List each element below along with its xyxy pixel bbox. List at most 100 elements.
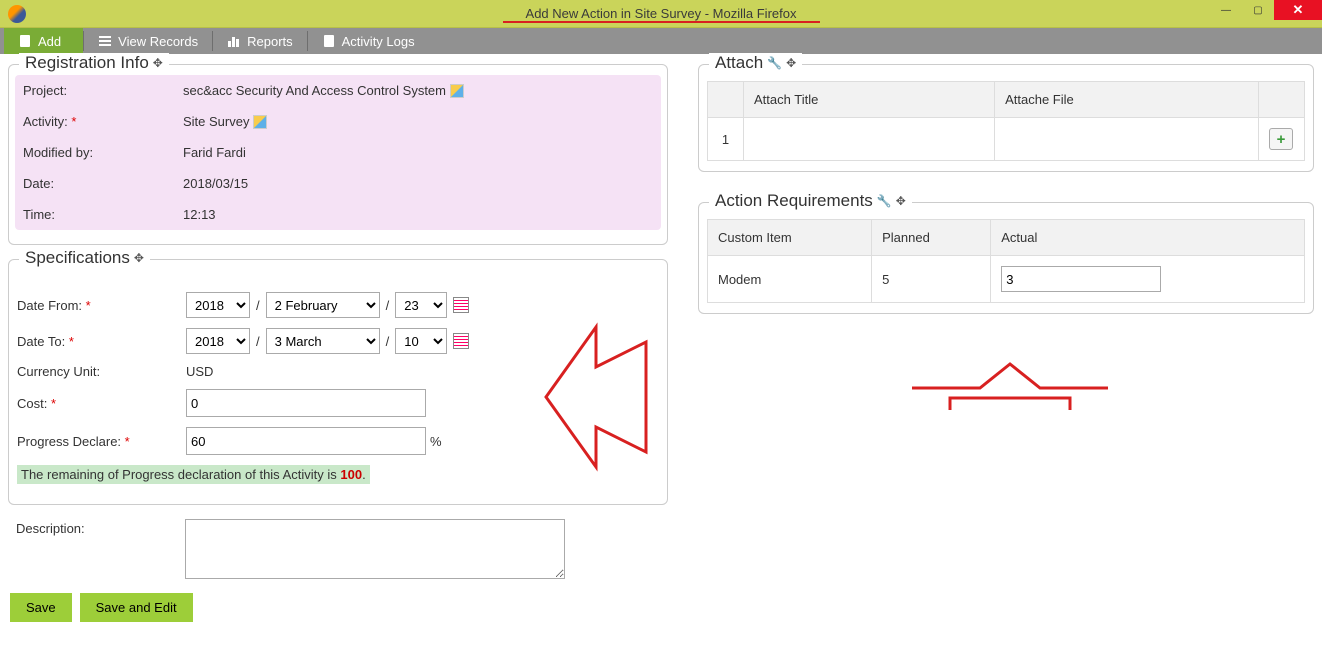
project-value: sec&acc Security And Access Control Syst… (183, 83, 446, 98)
tool-add[interactable]: Add (4, 28, 83, 54)
firefox-icon (8, 5, 26, 23)
required-mark: * (51, 396, 56, 411)
date-to-day[interactable]: 10 (395, 328, 447, 354)
modified-value: Farid Fardi (175, 137, 661, 168)
date-to-year[interactable]: 2018 (186, 328, 250, 354)
left-column: Registration Info ✥ Project: sec&acc Sec… (8, 64, 668, 622)
move-icon[interactable]: ✥ (134, 251, 144, 265)
date-from-year[interactable]: 2018 (186, 292, 250, 318)
edit-icon[interactable] (253, 115, 267, 129)
registration-legend-label: Registration Info (25, 53, 149, 73)
required-mark: * (71, 114, 76, 129)
actual-input[interactable] (1001, 266, 1161, 292)
required-mark: * (125, 434, 130, 449)
main-content: Registration Info ✥ Project: sec&acc Sec… (0, 54, 1322, 630)
req-row-actual (991, 256, 1305, 303)
progress-row: Progress Declare: * % (17, 427, 659, 455)
cost-label: Cost: * (17, 396, 182, 411)
tool-view-records[interactable]: View Records (84, 28, 212, 54)
progress-note-pre: The remaining of Progress declaration of… (21, 467, 337, 482)
attach-row-action: + (1259, 118, 1305, 161)
progress-label: Progress Declare: * (17, 434, 182, 449)
percent-symbol: % (430, 434, 442, 449)
description-textarea[interactable] (185, 519, 565, 579)
attach-legend-label: Attach (715, 53, 763, 73)
attach-legend: Attach 🔧 ✥ (709, 53, 802, 73)
window-maximize[interactable]: ▢ (1242, 0, 1274, 20)
date-from-group: 2018 / 2 February / 23 (186, 292, 469, 318)
progress-input[interactable] (186, 427, 426, 455)
specifications-legend-label: Specifications (25, 248, 130, 268)
tool-view-records-label: View Records (118, 34, 198, 49)
attach-col-action (1259, 82, 1305, 118)
date-sep: / (386, 334, 390, 349)
cost-input[interactable] (186, 389, 426, 417)
date-from-label: Date From: * (17, 298, 182, 313)
log-icon (322, 34, 336, 48)
progress-note-post: . (362, 467, 366, 482)
table-header-row: Custom Item Planned Actual (708, 220, 1305, 256)
progress-note: The remaining of Progress declaration of… (17, 465, 370, 484)
window-minimize[interactable]: — (1210, 0, 1242, 20)
registration-legend: Registration Info ✥ (19, 53, 169, 73)
required-mark: * (69, 334, 74, 349)
wrench-icon[interactable]: 🔧 (877, 194, 892, 208)
modified-label: Modified by: (15, 137, 175, 168)
tool-reports[interactable]: Reports (213, 28, 307, 54)
progress-note-num: 100 (340, 467, 362, 482)
move-icon[interactable]: ✥ (786, 56, 796, 70)
date-sep: / (386, 298, 390, 313)
project-value-cell: sec&acc Security And Access Control Syst… (175, 75, 661, 106)
progress-label-text: Progress Declare: (17, 434, 121, 449)
calendar-icon[interactable] (453, 333, 469, 349)
table-header-row: Attach Title Attache File (708, 82, 1305, 118)
date-to-month[interactable]: 3 March (266, 328, 380, 354)
save-and-edit-button[interactable]: Save and Edit (80, 593, 193, 622)
window-title: Add New Action in Site Survey - Mozilla … (526, 6, 797, 21)
registration-grid: Project: sec&acc Security And Access Con… (15, 75, 661, 230)
add-attachment-button[interactable]: + (1269, 128, 1293, 150)
attach-col-title: Attach Title (744, 82, 995, 118)
requirements-table: Custom Item Planned Actual Modem 5 (707, 219, 1305, 303)
date-from-label-text: Date From: (17, 298, 82, 313)
wrench-icon[interactable]: 🔧 (767, 56, 782, 70)
activity-label-text: Activity: (23, 114, 68, 129)
description-row: Description: (16, 519, 668, 579)
tool-add-label: Add (38, 34, 61, 49)
attach-col-idx (708, 82, 744, 118)
date-value: 2018/03/15 (175, 168, 661, 199)
cost-label-text: Cost: (17, 396, 47, 411)
activity-value-cell: Site Survey (175, 106, 661, 137)
date-from-month[interactable]: 2 February (266, 292, 380, 318)
attach-row-idx: 1 (708, 118, 744, 161)
registration-panel: Registration Info ✥ Project: sec&acc Sec… (8, 64, 668, 245)
window-close[interactable]: ✕ (1274, 0, 1322, 20)
calendar-icon[interactable] (453, 297, 469, 313)
move-icon[interactable]: ✥ (896, 194, 906, 208)
req-col-planned: Planned (872, 220, 991, 256)
date-to-row: Date To: * 2018 / 3 March / 10 (17, 328, 659, 354)
req-col-actual: Actual (991, 220, 1305, 256)
move-icon[interactable]: ✥ (153, 56, 163, 70)
req-col-item: Custom Item (708, 220, 872, 256)
attach-row-file (995, 118, 1259, 161)
list-icon (98, 34, 112, 48)
save-button[interactable]: Save (10, 593, 72, 622)
attach-col-file: Attache File (995, 82, 1259, 118)
currency-row: Currency Unit: USD (17, 364, 659, 379)
requirements-legend: Action Requirements 🔧 ✥ (709, 191, 912, 211)
activity-label: Activity: * (15, 106, 175, 137)
requirements-row: Modem 5 (708, 256, 1305, 303)
specifications-legend: Specifications ✥ (19, 248, 150, 268)
main-toolbar: Add View Records Reports Activity Logs (0, 28, 1322, 54)
attach-panel: Attach 🔧 ✥ Attach Title Attache File 1 (698, 64, 1314, 172)
edit-icon[interactable] (450, 84, 464, 98)
date-from-row: Date From: * 2018 / 2 February / 23 (17, 292, 659, 318)
document-icon (18, 34, 32, 48)
date-from-day[interactable]: 23 (395, 292, 447, 318)
tool-activity-logs[interactable]: Activity Logs (308, 28, 429, 54)
save-bar: Save Save and Edit (8, 593, 668, 622)
window-titlebar: Add New Action in Site Survey - Mozilla … (0, 0, 1322, 28)
tool-activity-logs-label: Activity Logs (342, 34, 415, 49)
requirements-panel: Action Requirements 🔧 ✥ Custom Item Plan… (698, 202, 1314, 314)
